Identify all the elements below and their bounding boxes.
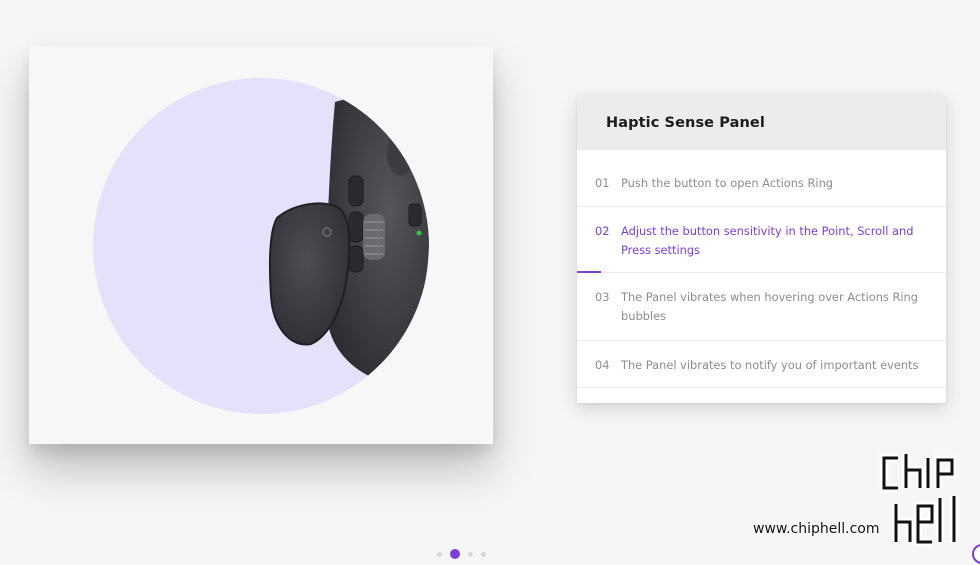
scroll-top-button[interactable] <box>972 544 980 564</box>
panel-header: Haptic Sense Panel <box>577 95 946 150</box>
step-number: 02 <box>595 224 610 238</box>
step-item-04[interactable]: 04 The Panel vibrates to notify you of i… <box>577 341 946 388</box>
chiphell-logo <box>879 453 959 547</box>
step-text: Adjust the button sensitivity in the Poi… <box>621 224 914 257</box>
product-image-card <box>29 46 493 444</box>
step-number: 04 <box>595 358 610 372</box>
step-item-01[interactable]: 01 Push the button to open Actions Ring <box>577 150 946 207</box>
step-number: 01 <box>595 176 610 190</box>
panel-title: Haptic Sense Panel <box>606 114 765 131</box>
haptic-sense-panel: Haptic Sense Panel 01 Push the button to… <box>577 95 946 403</box>
carousel-dot-1[interactable] <box>437 551 442 557</box>
step-item-03[interactable]: 03 The Panel vibrates when hovering over… <box>577 273 946 341</box>
watermark-url: www.chiphell.com <box>753 521 880 537</box>
carousel-pagination <box>437 549 486 559</box>
carousel-dot-3[interactable] <box>468 551 473 557</box>
step-item-02[interactable]: 02 Adjust the button sensitivity in the … <box>577 207 946 273</box>
step-text: Push the button to open Actions Ring <box>621 176 834 190</box>
step-number: 03 <box>595 290 610 304</box>
step-text: The Panel vibrates to notify you of impo… <box>621 358 919 372</box>
carousel-dot-4[interactable] <box>481 551 486 557</box>
mouse-illustration <box>93 78 429 414</box>
step-text: The Panel vibrates when hovering over Ac… <box>621 290 919 323</box>
carousel-dot-2[interactable] <box>450 549 460 559</box>
